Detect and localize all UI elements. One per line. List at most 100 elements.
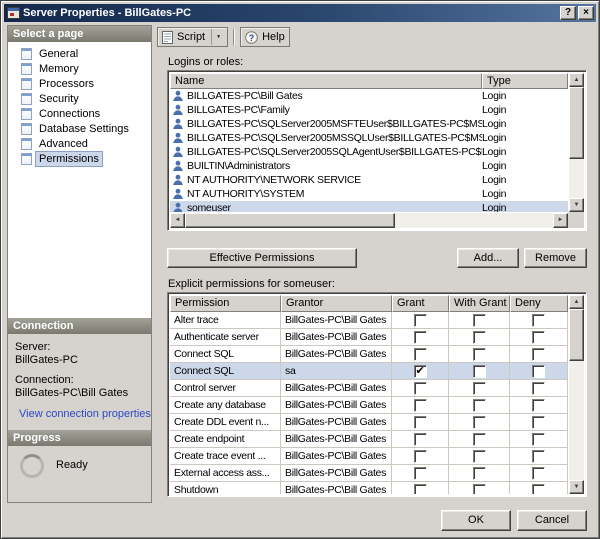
- deny-checkbox[interactable]: [532, 381, 545, 395]
- deny-checkbox[interactable]: [532, 483, 545, 494]
- scroll-up-icon[interactable]: ▲: [569, 295, 584, 309]
- column-header-name[interactable]: Name: [170, 73, 482, 89]
- scroll-down-icon[interactable]: ▼: [569, 198, 584, 212]
- with-grant-checkbox[interactable]: [472, 432, 486, 446]
- with-grant-checkbox[interactable]: [472, 466, 486, 480]
- login-row[interactable]: BILLGATES-PC\SQLServer2005SQLAgentUser$B…: [170, 145, 568, 159]
- scroll-down-icon[interactable]: ▼: [569, 480, 584, 494]
- grant-checkbox[interactable]: [413, 432, 427, 446]
- sidebar-item-database-settings[interactable]: Database Settings: [8, 121, 151, 136]
- scroll-right-icon[interactable]: ►: [553, 213, 568, 228]
- scroll-up-icon[interactable]: ▲: [569, 73, 584, 87]
- script-button[interactable]: Script ▼: [157, 27, 229, 47]
- title-bar[interactable]: Server Properties - BillGates-PC ? ×: [4, 4, 596, 22]
- login-row[interactable]: NT AUTHORITY\NETWORK SERVICE Login: [170, 173, 568, 187]
- deny-checkbox[interactable]: [532, 398, 545, 412]
- grantor-cell: BillGates-PC\Bill Gates: [281, 329, 392, 346]
- permission-row[interactable]: Create endpoint BillGates-PC\Bill Gates: [170, 431, 568, 448]
- sidebar-item-permissions[interactable]: Permissions: [8, 150, 151, 167]
- grant-checkbox[interactable]: [413, 466, 427, 480]
- view-connection-properties[interactable]: View connection properties: [15, 408, 151, 421]
- help-title-button[interactable]: ?: [560, 6, 576, 20]
- sidebar-item-processors[interactable]: Processors: [8, 76, 151, 91]
- deny-checkbox[interactable]: [532, 347, 545, 361]
- deny-checkbox[interactable]: [532, 466, 545, 480]
- login-row[interactable]: NT AUTHORITY\SYSTEM Login: [170, 187, 568, 201]
- grant-checkbox[interactable]: [413, 483, 427, 494]
- close-button[interactable]: ×: [578, 6, 594, 20]
- grid-column-header-permission[interactable]: Permission: [170, 295, 281, 312]
- login-row[interactable]: BILLGATES-PC\Bill Gates Login: [170, 89, 568, 103]
- view-connection-properties-link[interactable]: View connection properties: [19, 408, 151, 421]
- permission-row[interactable]: External access ass... BillGates-PC\Bill …: [170, 465, 568, 482]
- permission-row[interactable]: Control server BillGates-PC\Bill Gates: [170, 380, 568, 397]
- with-grant-checkbox[interactable]: [472, 347, 486, 361]
- script-dropdown-icon[interactable]: ▼: [211, 29, 223, 45]
- grant-checkbox[interactable]: [413, 347, 427, 361]
- grid-column-header-grant[interactable]: Grant: [392, 295, 449, 312]
- with-grant-checkbox[interactable]: [472, 398, 486, 412]
- permission-row[interactable]: Connect SQL BillGates-PC\Bill Gates: [170, 346, 568, 363]
- permission-row[interactable]: Create DDL event n... BillGates-PC\Bill G…: [170, 414, 568, 431]
- login-row[interactable]: BILLGATES-PC\SQLServer2005MSFTEUser$BILL…: [170, 117, 568, 131]
- permission-row[interactable]: Shutdown BillGates-PC\Bill Gates: [170, 482, 568, 494]
- with-grant-checkbox[interactable]: [472, 313, 486, 327]
- permission-cell: Create any database: [170, 397, 281, 414]
- grant-checkbox[interactable]: [413, 313, 427, 327]
- grant-checkbox[interactable]: [413, 415, 427, 429]
- logins-vertical-scrollbar[interactable]: ▲ ▼: [569, 73, 584, 212]
- scrollbar-thumb[interactable]: [185, 213, 395, 228]
- grant-checkbox[interactable]: [413, 330, 427, 344]
- login-row[interactable]: someuser Login: [170, 201, 568, 212]
- login-row[interactable]: BILLGATES-PC\SQLServer2005MSSQLUser$BILL…: [170, 131, 568, 145]
- sidebar-item-general[interactable]: General: [8, 46, 151, 61]
- login-row[interactable]: BUILTIN\Administrators Login: [170, 159, 568, 173]
- grant-checkbox[interactable]: [413, 449, 427, 463]
- deny-checkbox[interactable]: [532, 432, 545, 446]
- ok-button[interactable]: OK: [441, 510, 511, 531]
- deny-checkbox[interactable]: [532, 330, 545, 344]
- permission-row[interactable]: Create any database BillGates-PC\Bill Gat…: [170, 397, 568, 414]
- help-button[interactable]: ? Help: [240, 27, 290, 47]
- with-grant-cell: [449, 363, 510, 380]
- deny-checkbox[interactable]: [532, 364, 545, 378]
- permission-row[interactable]: Connect SQL sa: [170, 363, 568, 380]
- scroll-left-icon[interactable]: ◄: [170, 213, 185, 228]
- with-grant-checkbox[interactable]: [472, 381, 486, 395]
- login-type: Login: [482, 160, 507, 172]
- sidebar-item-advanced[interactable]: Advanced: [8, 136, 151, 151]
- with-grant-checkbox[interactable]: [472, 330, 486, 344]
- permission-row[interactable]: Alter trace BillGates-PC\Bill Gates: [170, 312, 568, 329]
- add-button[interactable]: Add...: [457, 248, 519, 268]
- sidebar-item-memory[interactable]: Memory: [8, 61, 151, 76]
- cancel-button[interactable]: Cancel: [517, 510, 587, 531]
- with-grant-checkbox[interactable]: [472, 483, 486, 494]
- column-header-type[interactable]: Type: [482, 73, 568, 89]
- svg-text:?: ?: [249, 32, 255, 42]
- grid-vertical-scrollbar[interactable]: ▲ ▼: [569, 295, 584, 494]
- grid-column-header-grantor[interactable]: Grantor: [281, 295, 392, 312]
- grant-checkbox[interactable]: [413, 398, 427, 412]
- permission-row[interactable]: Create trace event ... BillGates-PC\Bill …: [170, 448, 568, 465]
- with-grant-checkbox[interactable]: [472, 449, 486, 463]
- remove-button[interactable]: Remove: [524, 248, 587, 268]
- grantor-cell: BillGates-PC\Bill Gates: [281, 414, 392, 431]
- deny-checkbox[interactable]: [532, 313, 545, 327]
- grid-column-header-deny[interactable]: Deny: [510, 295, 568, 312]
- login-row[interactable]: BILLGATES-PC\Family Login: [170, 103, 568, 117]
- sidebar-item-security[interactable]: Security: [8, 91, 151, 106]
- scrollbar-thumb[interactable]: [569, 309, 584, 361]
- effective-permissions-button[interactable]: Effective Permissions: [167, 248, 357, 268]
- scrollbar-thumb[interactable]: [569, 87, 584, 159]
- permission-cell: Control server: [170, 380, 281, 397]
- sidebar-item-connections[interactable]: Connections: [8, 106, 151, 121]
- grant-checkbox[interactable]: [413, 363, 427, 379]
- grant-checkbox[interactable]: [413, 381, 427, 395]
- logins-horizontal-scrollbar[interactable]: ◄ ►: [170, 213, 568, 228]
- with-grant-checkbox[interactable]: [472, 364, 486, 378]
- deny-checkbox[interactable]: [532, 449, 545, 463]
- permission-row[interactable]: Authenticate server BillGates-PC\Bill Gat…: [170, 329, 568, 346]
- deny-checkbox[interactable]: [532, 415, 545, 429]
- with-grant-checkbox[interactable]: [472, 415, 486, 429]
- grid-column-header-with-grant[interactable]: With Grant: [449, 295, 510, 312]
